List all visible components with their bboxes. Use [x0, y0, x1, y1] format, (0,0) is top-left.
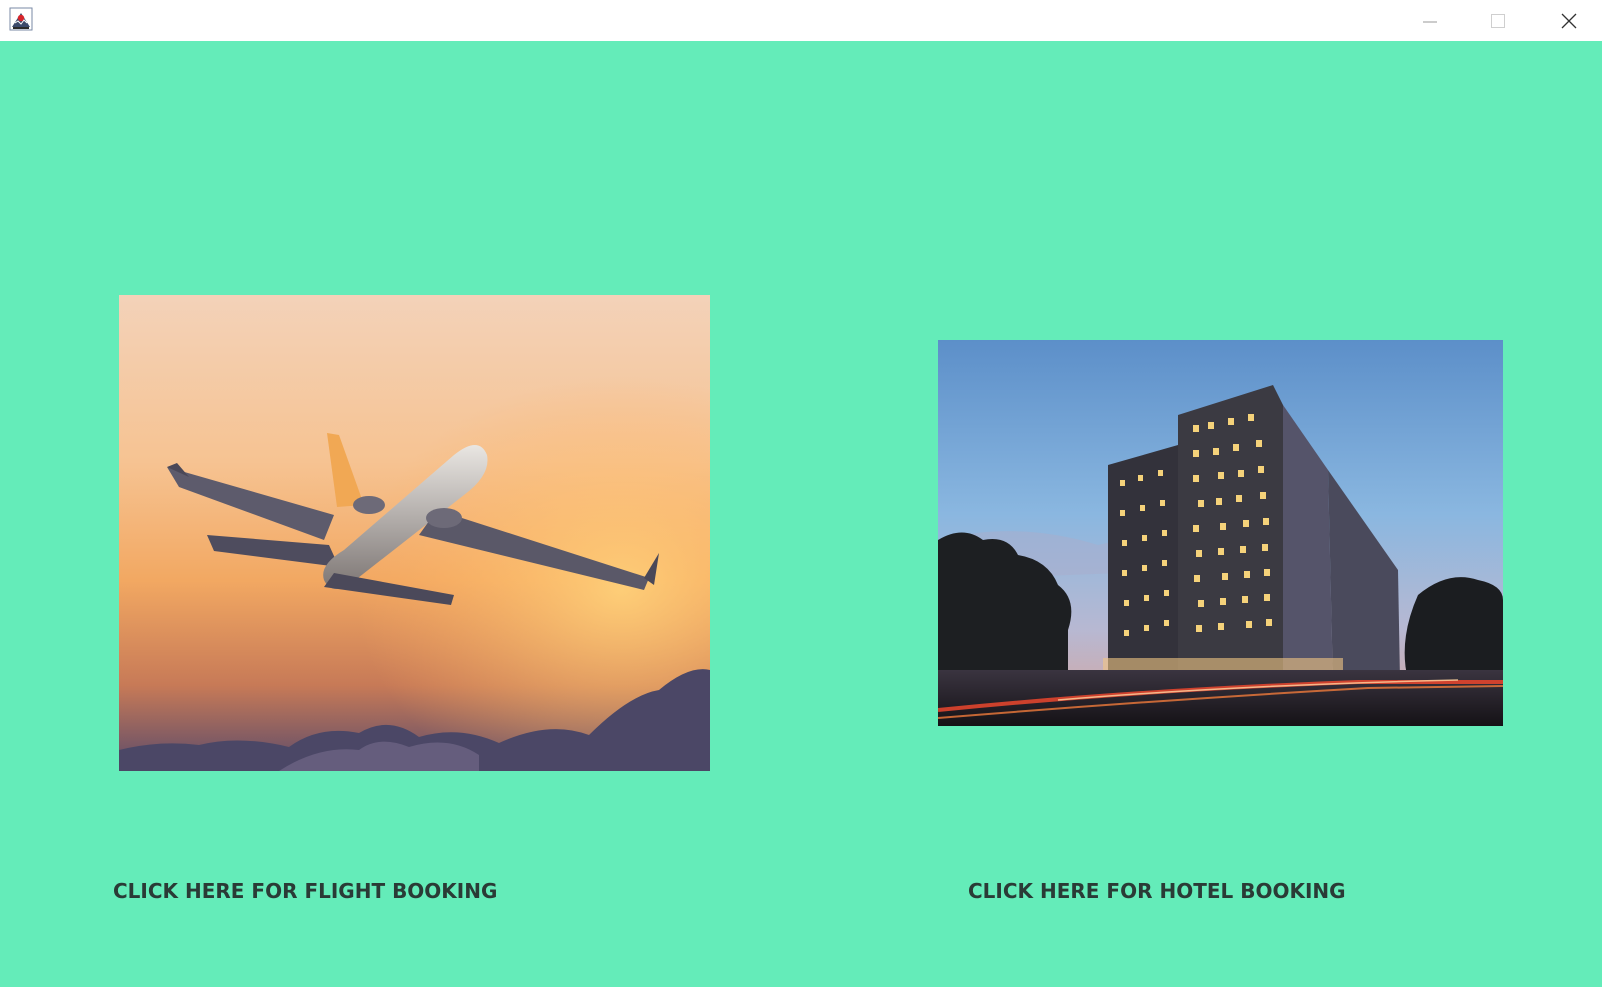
- java-app-icon: [9, 7, 33, 31]
- app-window: CLICK HERE FOR FLIGHT BOOKING CLICK HERE…: [0, 0, 1605, 987]
- close-button[interactable]: [1535, 0, 1603, 41]
- hotel-building-night-photo[interactable]: [938, 340, 1503, 726]
- close-icon: [1561, 13, 1577, 28]
- airplane-sunset-photo[interactable]: [119, 295, 710, 771]
- maximize-icon: [1491, 13, 1505, 28]
- maximize-button[interactable]: [1464, 0, 1532, 41]
- flight-booking-link[interactable]: CLICK HERE FOR FLIGHT BOOKING: [113, 879, 497, 903]
- title-bar[interactable]: [0, 0, 1605, 41]
- hotel-booking-link[interactable]: CLICK HERE FOR HOTEL BOOKING: [968, 879, 1346, 903]
- minimize-icon: [1423, 21, 1437, 22]
- minimize-button[interactable]: [1396, 0, 1464, 41]
